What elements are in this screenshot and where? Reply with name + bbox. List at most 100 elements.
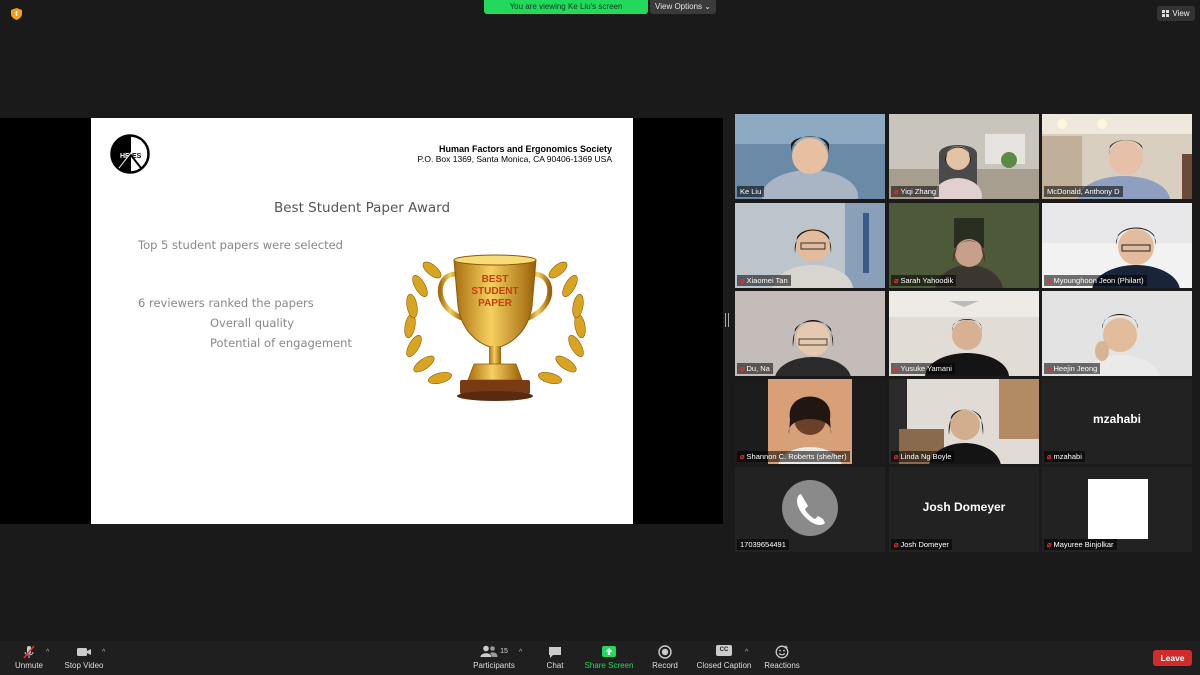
trophy-text-paper: PAPER: [478, 298, 512, 309]
reactions-button[interactable]: Reactions: [762, 645, 802, 670]
participant-tile[interactable]: ⌀ Xiaomei Tan: [735, 203, 885, 288]
trophy-text-student: STUDENT: [471, 286, 518, 297]
resize-splitter-handle[interactable]: [725, 313, 729, 327]
society-address: P.O. Box 1369, Santa Monica, CA 90406-13…: [417, 154, 612, 164]
participant-tile[interactable]: ⌀ Myounghoon Jeon (Philart): [1042, 203, 1192, 288]
participant-name: Linda Ng Boyle: [900, 452, 952, 461]
participant-name-label: ⌀ Du, Na: [737, 363, 773, 374]
participant-name-label: ⌀ Linda Ng Boyle: [891, 451, 955, 462]
security-shield-icon[interactable]: [11, 8, 22, 20]
slide-line-reviewers: 6 reviewers ranked the papers: [138, 296, 314, 310]
participant-name-label: ⌀ Myounghoon Jeon (Philart): [1044, 275, 1147, 286]
presentation-slide: HF ES Human Factors and Ergonomics Socie…: [91, 118, 633, 524]
viewing-screen-banner: You are viewing Ke Liu's screen: [484, 0, 648, 14]
audio-options-caret[interactable]: ^: [46, 649, 49, 656]
participant-tile[interactable]: ⌀ Heejin Jeong: [1042, 291, 1192, 376]
participant-tile[interactable]: McDonald, Anthony D: [1042, 114, 1192, 199]
chat-bubble-icon: [549, 647, 561, 658]
view-options-button[interactable]: View Options ⌄: [650, 0, 716, 14]
meeting-toolbar: Unmute ^ Stop Video ^ 15 Participants ^ …: [0, 641, 1200, 675]
view-button-label: View: [1172, 9, 1190, 18]
participant-name-label: 17039654491: [737, 539, 789, 550]
participant-name: Du, Na: [746, 364, 770, 373]
participant-name: Josh Domeyer: [900, 540, 949, 549]
unmute-button[interactable]: Unmute: [10, 645, 48, 670]
record-button[interactable]: Record: [648, 645, 682, 670]
slide-line-top-papers: Top 5 student papers were selected: [138, 238, 343, 252]
participant-name: Yusuke Yamani: [900, 364, 952, 373]
participant-name: Xiaomei Tan: [746, 276, 788, 285]
participant-name: mzahabi: [1053, 452, 1082, 461]
participant-name-label: ⌀ Yusuke Yamani: [891, 363, 955, 374]
participant-tile[interactable]: mzahabi ⌀ mzahabi: [1042, 379, 1192, 464]
chat-label: Chat: [546, 661, 564, 670]
grid-icon: [1162, 10, 1170, 17]
participants-icon: [480, 645, 498, 657]
leave-meeting-button[interactable]: Leave: [1153, 650, 1192, 666]
participant-name-label: ⌀ Yiqi Zhang: [891, 186, 940, 197]
trophy-text-best: BEST: [482, 274, 509, 285]
society-header: Human Factors and Ergonomics Society P.O…: [417, 144, 612, 164]
participant-name-label: ⌀ mzahabi: [1044, 451, 1085, 462]
slide-line-quality: Overall quality: [210, 316, 295, 330]
participant-name: Myounghoon Jeon (Philart): [1053, 276, 1144, 285]
microphone-muted-icon: [23, 645, 35, 659]
participants-label: Participants: [473, 661, 515, 670]
muted-microphone-icon: ⌀: [740, 276, 745, 285]
participant-name-label: ⌀ Shannon C. Roberts (she/her): [737, 451, 850, 462]
participant-display-name: mzahabi: [1092, 412, 1141, 426]
participant-display-name: Josh Domeyer: [922, 500, 1006, 514]
record-label: Record: [652, 661, 678, 670]
shared-screen: HF ES Human Factors and Ergonomics Socie…: [0, 118, 723, 524]
participant-tile[interactable]: ⌀ Du, Na: [735, 291, 885, 376]
participant-name-label: McDonald, Anthony D: [1044, 186, 1123, 197]
participant-name: McDonald, Anthony D: [1047, 187, 1120, 196]
participant-name-label: Ke Liu: [737, 186, 765, 197]
muted-microphone-icon: ⌀: [740, 364, 745, 373]
participant-tile[interactable]: Ke Liu: [735, 114, 885, 199]
participant-name: Shannon C. Roberts (she/her): [746, 452, 847, 461]
participant-name-label: ⌀ Mayuree Binjolkar: [1044, 539, 1117, 550]
video-camera-icon: [77, 648, 91, 656]
record-icon: [658, 645, 672, 659]
muted-microphone-icon: ⌀: [894, 540, 899, 549]
share-screen-label: Share Screen: [584, 661, 634, 670]
share-screen-arrow-icon: [602, 646, 616, 657]
slide-line-engagement: Potential of engagement: [210, 336, 352, 350]
participant-name-label: ⌀ Josh Domeyer: [891, 539, 952, 550]
logo-text-hf: HF: [120, 153, 130, 160]
participants-button[interactable]: 15 Participants: [470, 645, 518, 670]
participant-name: Heejin Jeong: [1053, 364, 1098, 373]
trophy-icon: BEST STUDENT PAPER: [404, 254, 586, 401]
participant-tile[interactable]: ⌀ Yiqi Zhang: [889, 114, 1039, 199]
muted-microphone-icon: ⌀: [740, 452, 745, 461]
participant-name: Mayuree Binjolkar: [1053, 540, 1114, 549]
muted-microphone-icon: ⌀: [894, 452, 899, 461]
participants-options-caret[interactable]: ^: [519, 649, 522, 656]
participant-tile[interactable]: ⌀ Mayuree Binjolkar: [1042, 467, 1192, 552]
share-screen-button[interactable]: Share Screen: [582, 645, 636, 670]
participant-tile[interactable]: Josh Domeyer ⌀ Josh Domeyer: [889, 467, 1039, 552]
participant-tile[interactable]: ⌀ Shannon C. Roberts (she/her): [735, 379, 885, 464]
participant-tile[interactable]: ⌀ Yusuke Yamani: [889, 291, 1039, 376]
stop-video-label: Stop Video: [64, 661, 104, 670]
closed-caption-label: Closed Caption: [696, 661, 752, 670]
chat-button[interactable]: Chat: [540, 645, 570, 670]
participant-tile[interactable]: ⌀ Sarah Yahoodik: [889, 203, 1039, 288]
hfes-logo: HF ES: [110, 134, 150, 174]
participant-tile[interactable]: 17039654491: [735, 467, 885, 552]
smiley-reaction-icon: [775, 645, 789, 659]
stop-video-button[interactable]: Stop Video: [62, 645, 106, 670]
participant-name-label: ⌀ Sarah Yahoodik: [891, 275, 957, 286]
participant-tile[interactable]: ⌀ Linda Ng Boyle: [889, 379, 1039, 464]
view-layout-button[interactable]: View: [1157, 6, 1195, 21]
participant-name: Sarah Yahoodik: [900, 276, 954, 285]
unmute-label: Unmute: [14, 661, 43, 670]
muted-microphone-icon: ⌀: [894, 276, 899, 285]
video-options-caret[interactable]: ^: [102, 649, 105, 656]
closed-caption-icon: CC: [716, 645, 732, 656]
participants-count: 15: [500, 648, 508, 655]
slide-title: Best Student Paper Award: [273, 200, 451, 216]
closed-caption-options-caret[interactable]: ^: [745, 649, 748, 656]
muted-microphone-icon: ⌀: [1047, 276, 1052, 285]
